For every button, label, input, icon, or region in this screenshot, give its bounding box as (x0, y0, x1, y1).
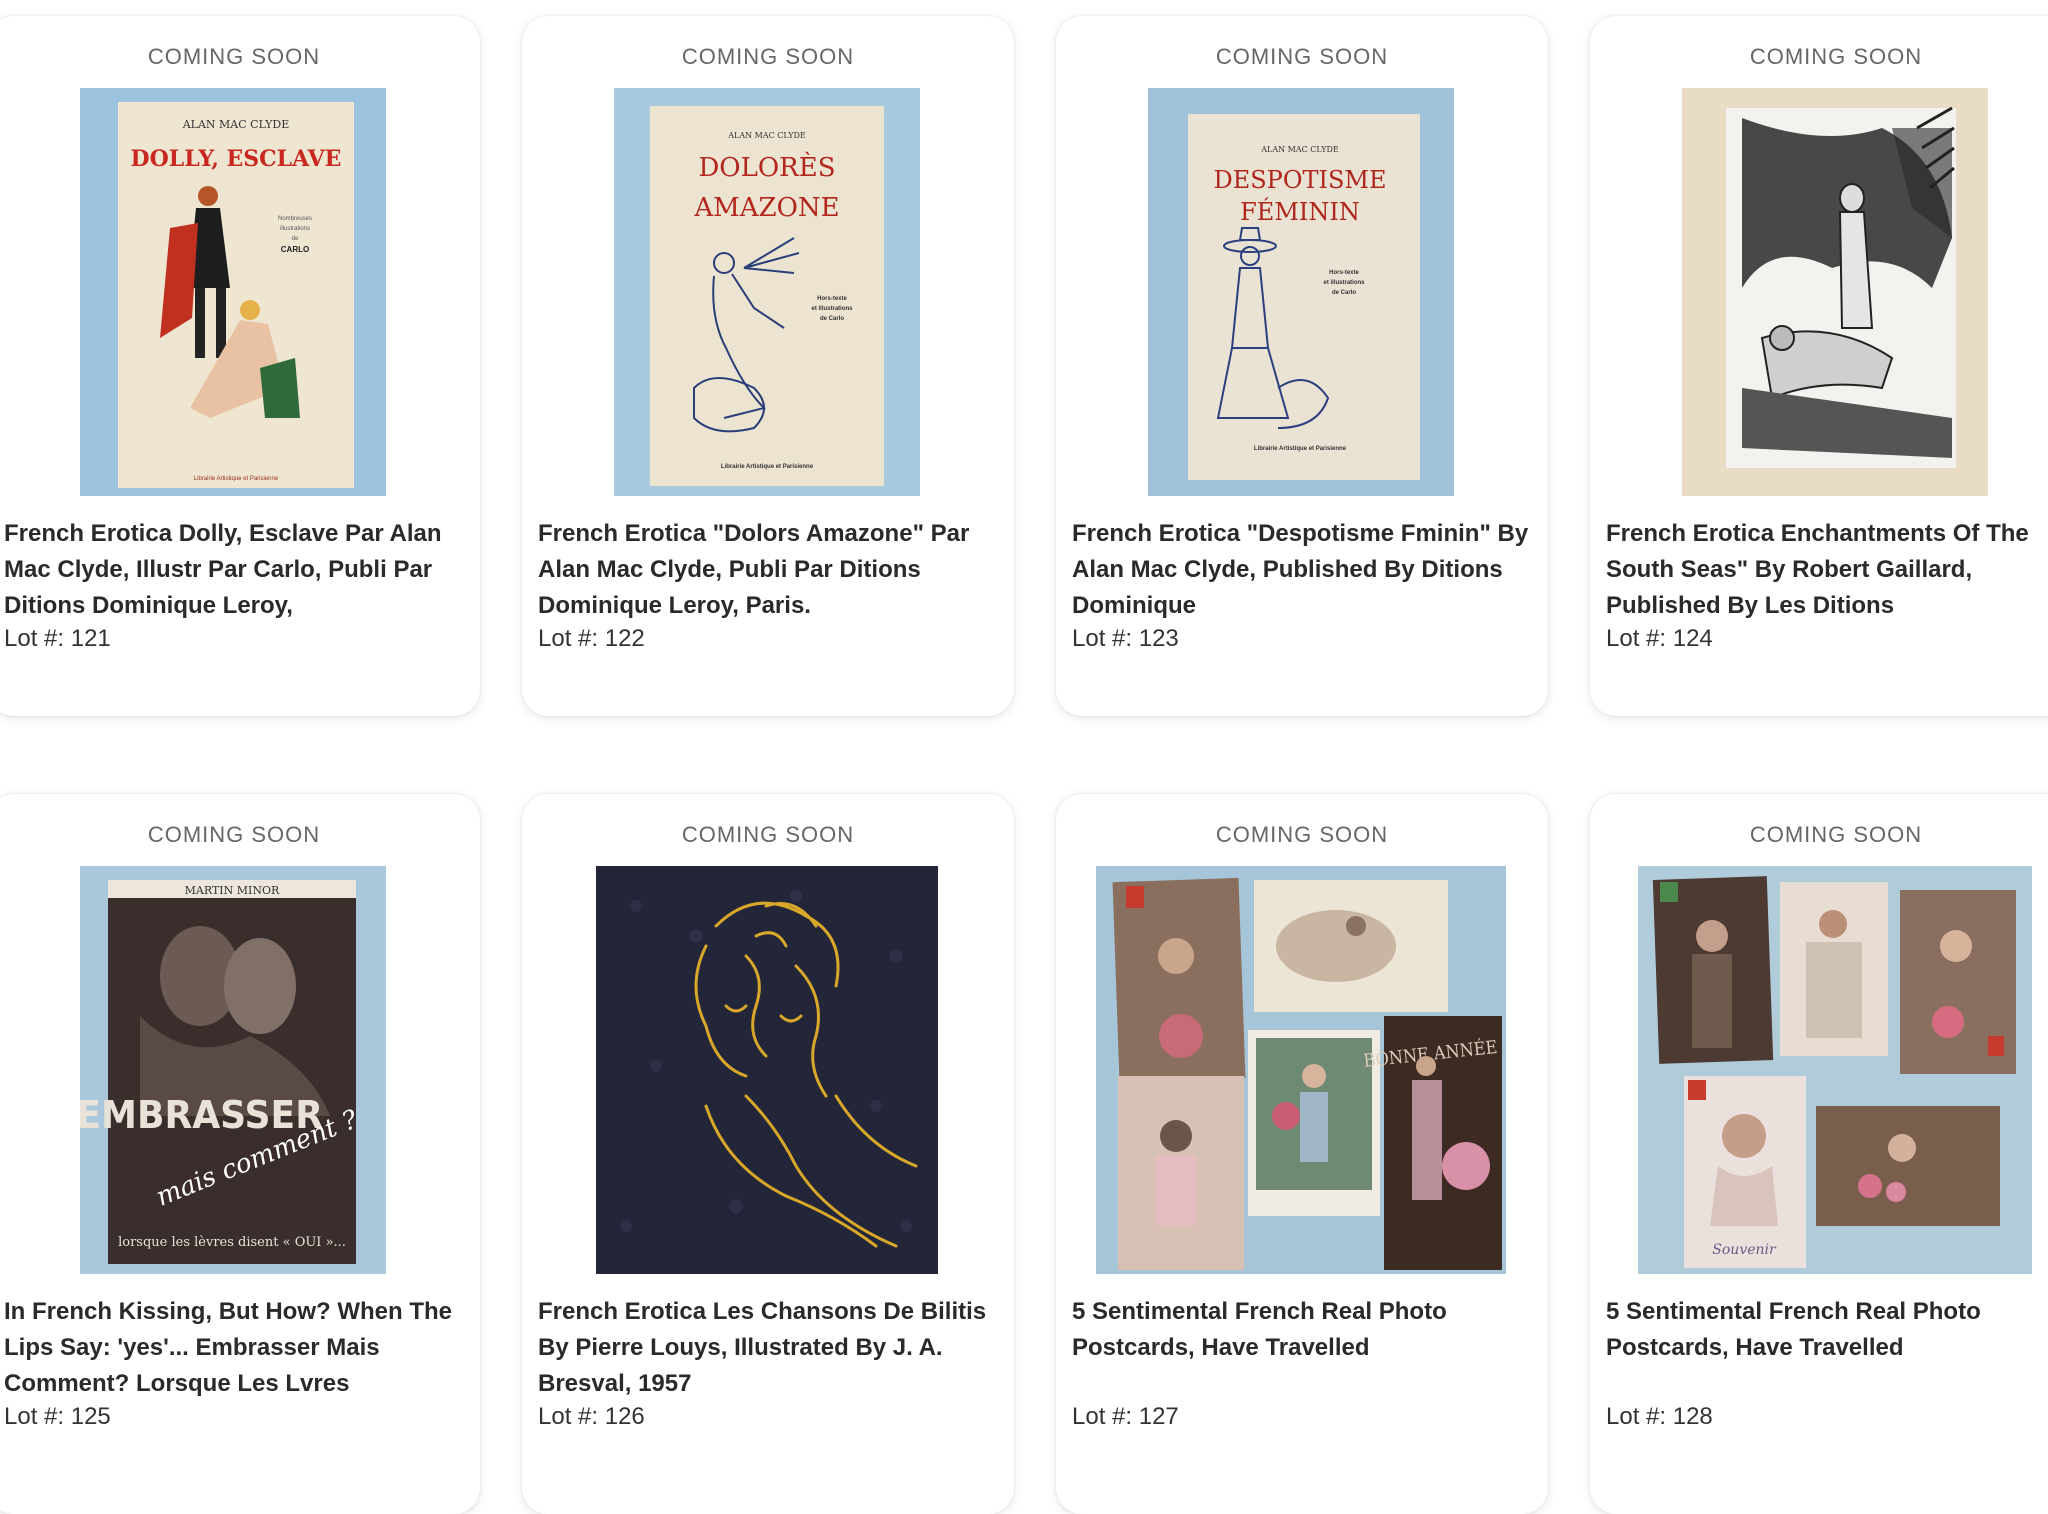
status-badge: COMING SOON (1215, 44, 1389, 69)
cover-line: Hors-texte (1329, 270, 1359, 276)
cover-footer: lorsque les lèvres disent « OUI »... (118, 1235, 346, 1250)
lot-image[interactable]: ALAN MAC CLYDE DESPOTISME FÉMININ Hors-t… (1148, 88, 1454, 496)
lot-card[interactable]: COMING SOON French Erotica Les Chansons … (522, 794, 1014, 1514)
lot-title[interactable]: In French Kissing, But How? When The Lip… (4, 1294, 464, 1402)
cover-publisher: Librairie Artistique et Parisienne (721, 464, 814, 470)
lot-title[interactable]: French Erotica "Dolors Amazone" Par Alan… (538, 516, 998, 624)
cover-line: et illustrations (1323, 280, 1365, 286)
lot-title[interactable]: 5 Sentimental French Real Photo Postcard… (1606, 1294, 2048, 1402)
cover-line: de Carlo (820, 316, 844, 322)
lot-number: Lot #: 122 (538, 625, 645, 652)
lot-card[interactable]: COMING SOON French Erotica Enchantments (1590, 16, 2048, 716)
status-badge: COMING SOON (147, 822, 321, 847)
lot-image[interactable]: ALAN MAC CLYDE DOLLY, ESCLAVE Nombreuses… (80, 88, 386, 496)
postcard-text: Souvenir (1712, 1242, 1777, 1258)
lot-image[interactable]: ALAN MAC CLYDE DOLORÈS AMAZONE Hors-text… (614, 88, 920, 496)
status-badge: COMING SOON (147, 44, 321, 69)
cover-line: de Carlo (1332, 290, 1356, 296)
cover-line: Hors-texte (817, 296, 847, 302)
lot-title[interactable]: 5 Sentimental French Real Photo Postcard… (1072, 1294, 1532, 1402)
lot-image[interactable] (596, 866, 938, 1274)
lot-title[interactable]: French Erotica "Despotisme Fminin" By Al… (1072, 516, 1532, 624)
lot-number: Lot #: 125 (4, 1403, 111, 1430)
lot-image[interactable] (1682, 88, 1988, 496)
cover-line: de (292, 236, 299, 242)
cover-line: illustrations (280, 226, 310, 232)
cover-line: et illustrations (811, 306, 853, 312)
lot-title[interactable]: French Erotica Les Chansons De Bilitis B… (538, 1294, 998, 1402)
cover-title-line: DOLORÈS (698, 151, 835, 183)
lot-title[interactable]: French Erotica Enchantments Of The South… (1606, 516, 2048, 624)
status-badge: COMING SOON (1215, 822, 1389, 847)
lot-card[interactable]: COMING SOON Souvenir 5 Sentimental Frenc… (1590, 794, 2048, 1514)
lot-grid: COMING SOON ALAN MAC CLYDE DOLLY, ESCLAV… (0, 0, 2048, 1514)
cover-publisher: Librairie Artistique et Parisienne (194, 476, 279, 482)
lot-number: Lot #: 121 (4, 625, 111, 652)
lot-number: Lot #: 126 (538, 1403, 645, 1430)
lot-number: Lot #: 124 (1606, 625, 1713, 652)
lot-number: Lot #: 128 (1606, 1403, 1713, 1430)
status-badge: COMING SOON (1749, 822, 1923, 847)
cover-author: ALAN MAC CLYDE (727, 131, 806, 140)
cover-author: MARTIN MINOR (185, 884, 280, 897)
lot-image[interactable]: Souvenir (1638, 866, 2032, 1274)
cover-publisher: Librairie Artistique et Parisienne (1254, 446, 1347, 452)
cover-title: DOLLY, ESCLAVE (131, 146, 342, 172)
lot-card[interactable]: COMING SOON BONNE ANNÉE 5 Sentimental Fr… (1056, 794, 1548, 1514)
cover-title-line: DESPOTISME (1213, 166, 1386, 194)
lot-card[interactable]: COMING SOON MARTIN MINOR EMBRASSER mais … (0, 794, 480, 1514)
status-badge: COMING SOON (681, 822, 855, 847)
cover-title-line: FÉMININ (1240, 197, 1360, 226)
status-badge: COMING SOON (1749, 44, 1923, 69)
cover-line: CARLO (281, 245, 309, 254)
lot-image[interactable]: BONNE ANNÉE (1096, 866, 1506, 1274)
cover-author: ALAN MAC CLYDE (182, 118, 290, 131)
lot-card[interactable]: COMING SOON ALAN MAC CLYDE DOLLY, ESCLAV… (0, 16, 480, 716)
lot-number: Lot #: 123 (1072, 625, 1179, 652)
lot-image[interactable]: MARTIN MINOR EMBRASSER mais comment ? lo… (80, 866, 386, 1274)
cover-author: ALAN MAC CLYDE (1260, 145, 1339, 154)
lot-card[interactable]: COMING SOON ALAN MAC CLYDE DOLORÈS AMAZO… (522, 16, 1014, 716)
cover-line: Nombreuses (278, 216, 312, 222)
status-badge: COMING SOON (681, 44, 855, 69)
lot-title[interactable]: French Erotica Dolly, Esclave Par Alan M… (4, 516, 464, 624)
lot-card[interactable]: COMING SOON ALAN MAC CLYDE DESPOTISME FÉ… (1056, 16, 1548, 716)
lot-number: Lot #: 127 (1072, 1403, 1179, 1430)
cover-title-line: AMAZONE (693, 193, 839, 223)
